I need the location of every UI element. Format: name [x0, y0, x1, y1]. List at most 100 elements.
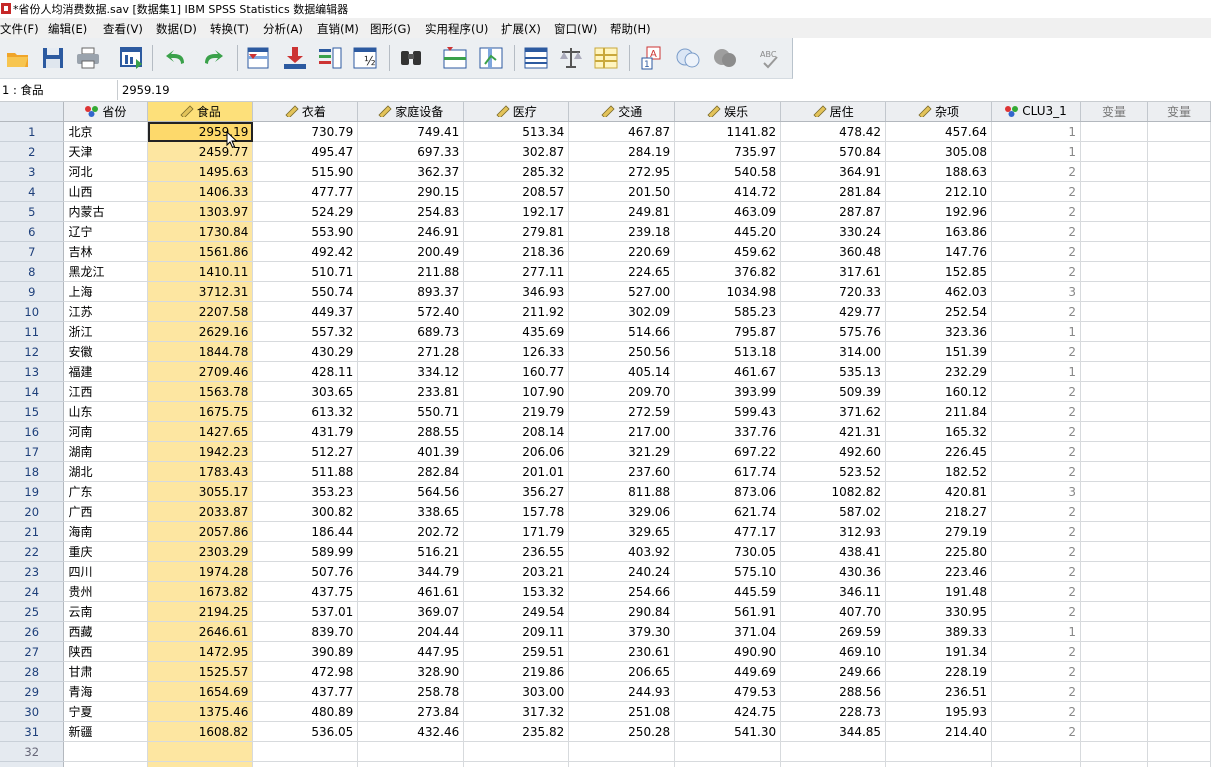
data-cell[interactable]: 1783.43 — [147, 461, 254, 482]
data-cell[interactable]: 613.32 — [252, 401, 359, 422]
data-cell[interactable]: 191.34 — [885, 641, 993, 662]
row-number[interactable]: 1 — [0, 121, 65, 142]
data-cell[interactable]: 541.30 — [674, 721, 782, 742]
data-cell[interactable] — [1147, 321, 1211, 342]
data-cell[interactable]: 2646.61 — [147, 621, 254, 642]
data-cell[interactable]: 天津 — [63, 141, 149, 162]
data-cell[interactable]: 258.78 — [357, 681, 465, 702]
data-cell[interactable] — [1147, 341, 1211, 362]
data-cell[interactable]: 279.19 — [885, 521, 993, 542]
data-cell[interactable]: 697.22 — [674, 441, 782, 462]
data-cell[interactable]: 477.77 — [252, 181, 359, 202]
data-cell[interactable]: 720.33 — [780, 281, 887, 302]
data-cell[interactable]: 457.64 — [885, 121, 993, 142]
data-cell[interactable]: 749.41 — [357, 121, 465, 142]
data-cell[interactable]: 461.67 — [674, 361, 782, 382]
data-cell[interactable]: 230.61 — [568, 641, 676, 662]
data-cell[interactable]: 273.84 — [357, 701, 465, 722]
data-cell[interactable]: 1303.97 — [147, 201, 254, 222]
data-cell[interactable]: 2 — [991, 661, 1081, 682]
data-cell[interactable]: 271.28 — [357, 341, 465, 362]
menu-transform[interactable]: 转换(T) — [210, 21, 249, 37]
data-cell[interactable] — [1147, 521, 1211, 542]
data-cell[interactable] — [780, 761, 887, 767]
data-cell[interactable] — [1147, 541, 1211, 562]
data-cell[interactable]: 290.84 — [568, 601, 676, 622]
data-cell[interactable]: 147.76 — [885, 241, 993, 262]
data-cell[interactable]: 249.81 — [568, 201, 676, 222]
data-cell[interactable]: 575.10 — [674, 561, 782, 582]
menu-extensions[interactable]: 扩展(X) — [501, 21, 541, 37]
data-cell[interactable]: 389.33 — [885, 621, 993, 642]
data-cell[interactable]: 2194.25 — [147, 601, 254, 622]
data-cell[interactable]: 617.74 — [674, 461, 782, 482]
goto-case-icon[interactable] — [244, 44, 274, 72]
data-cell[interactable] — [1080, 421, 1148, 442]
data-cell[interactable]: 516.21 — [357, 541, 465, 562]
data-cell[interactable] — [780, 741, 887, 762]
data-cell[interactable]: 338.65 — [357, 501, 465, 522]
menu-view[interactable]: 查看(V) — [103, 21, 143, 37]
data-cell[interactable] — [63, 761, 149, 767]
data-cell[interactable] — [1080, 521, 1148, 542]
data-cell[interactable]: 233.81 — [357, 381, 465, 402]
data-cell[interactable]: 1654.69 — [147, 681, 254, 702]
data-cell[interactable]: 2 — [991, 581, 1081, 602]
data-cell[interactable] — [1080, 461, 1148, 482]
data-cell[interactable]: 湖北 — [63, 461, 149, 482]
data-cell[interactable]: 153.32 — [463, 581, 570, 602]
row-number[interactable]: 20 — [0, 501, 65, 522]
run-descriptives-icon[interactable]: ½ — [350, 44, 380, 72]
data-cell[interactable]: 513.34 — [463, 121, 570, 142]
data-cell[interactable]: 2 — [991, 301, 1081, 322]
data-cell[interactable]: 478.42 — [780, 121, 887, 142]
data-cell[interactable]: 湖南 — [63, 441, 149, 462]
data-cell[interactable]: 321.29 — [568, 441, 676, 462]
data-cell[interactable] — [1147, 441, 1211, 462]
data-cell[interactable]: 2 — [991, 441, 1081, 462]
data-cell[interactable]: 1 — [991, 621, 1081, 642]
data-cell[interactable] — [357, 741, 465, 762]
data-cell[interactable]: 2 — [991, 561, 1081, 582]
data-cell[interactable]: 1730.84 — [147, 221, 254, 242]
data-cell[interactable]: 344.79 — [357, 561, 465, 582]
data-cell[interactable]: 376.82 — [674, 261, 782, 282]
data-cell[interactable]: 208.14 — [463, 421, 570, 442]
data-cell[interactable]: 219.79 — [463, 401, 570, 422]
data-cell[interactable]: 2 — [991, 501, 1081, 522]
data-cell[interactable]: 海南 — [63, 521, 149, 542]
data-cell[interactable]: 252.54 — [885, 301, 993, 322]
data-cell[interactable]: 621.74 — [674, 501, 782, 522]
data-cell[interactable]: 403.92 — [568, 541, 676, 562]
data-cell[interactable]: 893.37 — [357, 281, 465, 302]
data-cell[interactable]: 2 — [991, 261, 1081, 282]
data-cell[interactable]: 697.33 — [357, 141, 465, 162]
data-cell[interactable]: 191.48 — [885, 581, 993, 602]
data-cell[interactable]: 2 — [991, 421, 1081, 442]
row-number[interactable]: 18 — [0, 461, 65, 482]
row-number[interactable]: 5 — [0, 201, 65, 222]
data-cell[interactable]: 107.90 — [463, 381, 570, 402]
data-cell[interactable]: 山西 — [63, 181, 149, 202]
data-cell[interactable] — [1080, 761, 1148, 767]
data-cell[interactable] — [357, 761, 465, 767]
data-cell[interactable] — [463, 761, 570, 767]
data-cell[interactable] — [1147, 201, 1211, 222]
data-cell[interactable] — [674, 741, 782, 762]
data-cell[interactable]: 360.48 — [780, 241, 887, 262]
data-cell[interactable] — [568, 741, 676, 762]
row-number[interactable]: 27 — [0, 641, 65, 662]
dialog-recall-icon[interactable] — [117, 44, 147, 72]
column-header[interactable]: 居住 — [780, 102, 887, 122]
data-cell[interactable]: 303.00 — [463, 681, 570, 702]
data-cell[interactable]: 2 — [991, 701, 1081, 722]
column-header[interactable]: 省份 — [63, 102, 149, 122]
column-header[interactable]: 交通 — [568, 102, 676, 122]
open-folder-icon[interactable] — [3, 44, 33, 72]
data-cell[interactable] — [1147, 501, 1211, 522]
data-cell[interactable]: 459.62 — [674, 241, 782, 262]
data-cell[interactable] — [1147, 641, 1211, 662]
data-cell[interactable]: 237.60 — [568, 461, 676, 482]
data-cell[interactable]: 201.50 — [568, 181, 676, 202]
row-number[interactable]: 22 — [0, 541, 65, 562]
